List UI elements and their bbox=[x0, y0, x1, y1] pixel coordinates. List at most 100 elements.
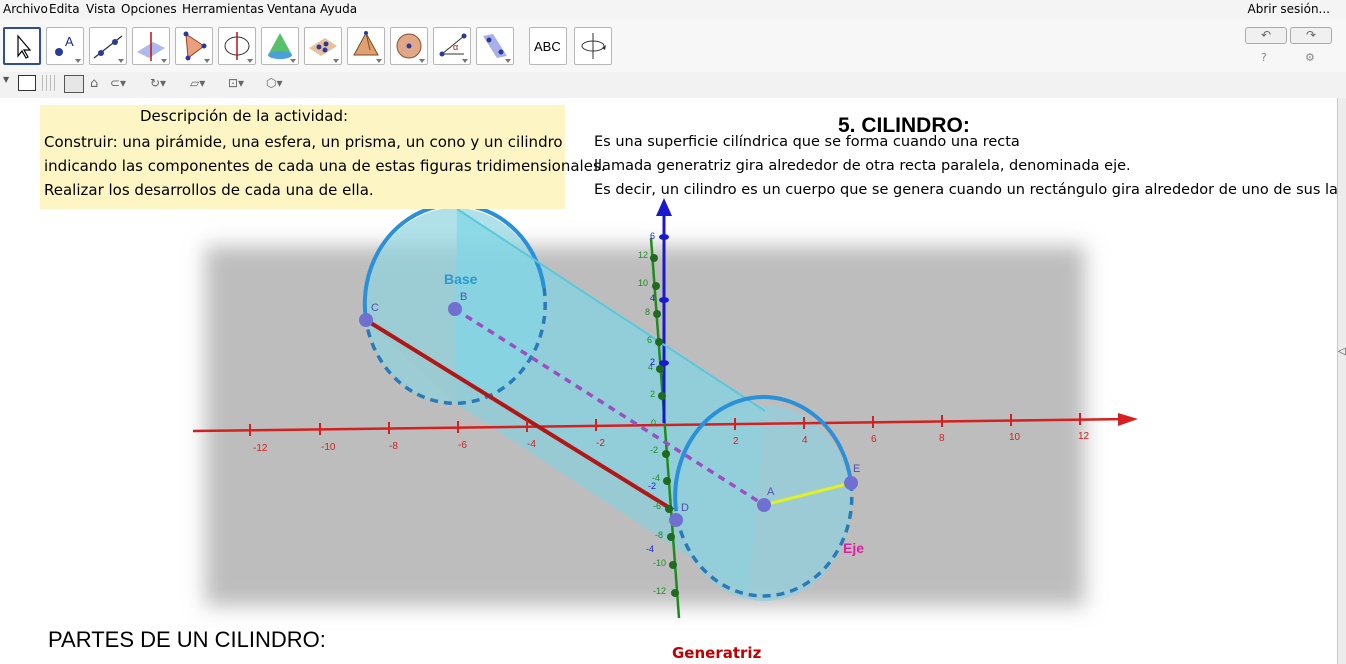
grid-toggle-icon[interactable] bbox=[42, 75, 58, 91]
settings-gear-icon[interactable]: ⚙ bbox=[1305, 51, 1315, 64]
plane-toggle-icon[interactable] bbox=[64, 75, 84, 93]
definition-line: Es una superficie cilíndrica que se form… bbox=[594, 134, 1020, 150]
parts-title: PARTES DE UN CILINDRO: bbox=[48, 627, 326, 652]
perpendicular-tool-button[interactable] bbox=[132, 27, 170, 65]
redo-button[interactable]: ↷ bbox=[1290, 27, 1332, 44]
point-d[interactable] bbox=[669, 513, 683, 527]
x-axis-arrow-icon bbox=[1118, 413, 1138, 426]
text-tool-button[interactable]: ABC bbox=[529, 27, 567, 65]
signin-link[interactable]: Abrir sesión... bbox=[1248, 2, 1330, 16]
menu-ventana[interactable]: Ventana bbox=[267, 2, 316, 16]
z-tick-label: 4 bbox=[650, 293, 655, 303]
text-tool-label: ABC bbox=[534, 39, 561, 54]
activity-description-box: Descripción de la actividad: Construir: … bbox=[40, 105, 606, 209]
x-tick-label: -6 bbox=[458, 440, 467, 451]
plane-points-tool-button[interactable] bbox=[304, 27, 342, 65]
snap-dropdown-icon[interactable]: ⊂▾ bbox=[110, 76, 126, 90]
graphics-view[interactable]: B A E C D Base Eje -12 -10 -8 -6 -4 -2 2… bbox=[0, 98, 1337, 664]
svg-text:α: α bbox=[453, 42, 458, 52]
menu-ayuda[interactable]: Ayuda bbox=[320, 2, 357, 16]
base-label: Base bbox=[444, 271, 478, 287]
x-tick-label: -10 bbox=[321, 442, 336, 453]
x-tick-label: 4 bbox=[802, 435, 808, 446]
menu-opciones[interactable]: Opciones bbox=[121, 2, 177, 16]
y-tick-label: 10 bbox=[638, 278, 648, 288]
definition-line: llamada generatriz gira alrededor de otr… bbox=[594, 158, 1131, 174]
y-tick-label: -12 bbox=[653, 586, 666, 596]
clipping-dropdown-icon[interactable]: ⊡▾ bbox=[228, 76, 244, 90]
undo-button[interactable]: ↶ bbox=[1245, 27, 1287, 44]
point-label-c: C bbox=[371, 302, 379, 314]
x-tick-label: 12 bbox=[1078, 431, 1090, 442]
text-tool-icon: ABC bbox=[534, 39, 561, 54]
rotate-view-tool-icon bbox=[581, 33, 606, 59]
help-icon[interactable]: ? bbox=[1261, 51, 1267, 64]
y-tick-label: 2 bbox=[650, 389, 655, 399]
generatriz-label: Generatriz bbox=[672, 644, 762, 662]
undo-icon: ↶ bbox=[1260, 28, 1272, 42]
rotation-dropdown-icon[interactable]: ↻▾ bbox=[150, 76, 166, 90]
menu-archivo[interactable]: Archivo bbox=[3, 2, 48, 16]
y-tick-label: -2 bbox=[650, 445, 658, 455]
sphere-tool-button[interactable] bbox=[390, 27, 428, 65]
view-direction-dropdown-icon[interactable]: ▱▾ bbox=[190, 76, 205, 90]
pyramid-tool-button[interactable] bbox=[347, 27, 385, 65]
description-line: indicando las componentes de cada una de… bbox=[44, 157, 606, 175]
y-tick-label: 0 bbox=[651, 418, 656, 428]
menu-edita[interactable]: Edita bbox=[49, 2, 80, 16]
polygon-tool-button[interactable] bbox=[175, 27, 213, 65]
move-tool-button[interactable] bbox=[3, 27, 41, 65]
x-tick-label: -2 bbox=[596, 438, 605, 449]
description-line: Realizar los desarrollos de cada una de … bbox=[44, 181, 374, 199]
rotate-view-tool-button[interactable] bbox=[574, 27, 612, 65]
collapse-arrow-icon[interactable]: ◁ bbox=[1338, 346, 1346, 357]
cone-tool-button[interactable] bbox=[261, 27, 299, 65]
x-tick-label: -4 bbox=[527, 439, 536, 450]
x-tick-label: -8 bbox=[389, 441, 398, 452]
line-tool-button[interactable] bbox=[89, 27, 127, 65]
x-tick-label: -12 bbox=[253, 443, 268, 454]
description-title: Descripción de la actividad: bbox=[140, 107, 349, 125]
reflect-plane-tool-button[interactable] bbox=[476, 27, 514, 65]
x-tick-label: 2 bbox=[733, 436, 739, 447]
eje-label: Eje bbox=[843, 540, 864, 556]
style-bar: ▼ ⌂ ⊂▾ ↻▾ ▱▾ ⊡▾ ⬡▾ bbox=[0, 72, 1346, 99]
svg-text:A: A bbox=[65, 34, 74, 49]
point-c[interactable] bbox=[359, 313, 373, 327]
move-tool-icon bbox=[17, 34, 32, 59]
x-tick-label: 6 bbox=[871, 434, 877, 445]
point-a[interactable] bbox=[757, 498, 771, 512]
home-icon[interactable]: ⌂ bbox=[90, 76, 98, 91]
x-tick-label: 8 bbox=[939, 433, 945, 444]
y-tick-label: -6 bbox=[653, 501, 661, 511]
definition-line: Es decir, un cilindro es un cuerpo que s… bbox=[594, 182, 1337, 198]
y-tick-label: 12 bbox=[638, 250, 648, 260]
show-axes-toggle-icon[interactable] bbox=[18, 75, 36, 91]
menu-herramientas[interactable]: Herramientas bbox=[182, 2, 264, 16]
point-label-b: B bbox=[460, 291, 467, 303]
y-tick-label: 8 bbox=[645, 307, 650, 317]
y-tick-label: 6 bbox=[647, 335, 652, 345]
toolbar: A α ABC ↶ ↷ ? ⚙ bbox=[0, 20, 1346, 72]
point-tool-button[interactable]: A bbox=[46, 27, 84, 65]
circle-axis-tool-button[interactable] bbox=[218, 27, 256, 65]
collapse-triangle-icon[interactable]: ▼ bbox=[3, 75, 9, 84]
point-label-a: A bbox=[767, 486, 775, 498]
y-tick-label: -8 bbox=[655, 530, 663, 540]
x-tick-label: 10 bbox=[1009, 432, 1021, 443]
menu-bar: Archivo Edita Vista Opciones Herramienta… bbox=[0, 0, 1346, 20]
z-axis-arrow-icon bbox=[656, 198, 672, 216]
description-line: Construir: una pirámide, una esfera, un … bbox=[44, 133, 563, 151]
redo-icon: ↷ bbox=[1305, 28, 1317, 42]
z-tick-label: -4 bbox=[646, 544, 654, 554]
z-tick-label: 6 bbox=[650, 231, 655, 241]
point-e[interactable] bbox=[844, 476, 858, 490]
y-tick-label: -10 bbox=[653, 558, 666, 568]
projection-dropdown-icon[interactable]: ⬡▾ bbox=[266, 76, 283, 90]
point-label-d: D bbox=[681, 502, 689, 514]
point-b[interactable] bbox=[448, 302, 462, 316]
menu-vista[interactable]: Vista bbox=[86, 2, 116, 16]
z-tick-label: 2 bbox=[650, 357, 655, 367]
side-panel-toggle[interactable]: ◁ bbox=[1337, 98, 1346, 664]
angle-tool-button[interactable]: α bbox=[433, 27, 471, 65]
